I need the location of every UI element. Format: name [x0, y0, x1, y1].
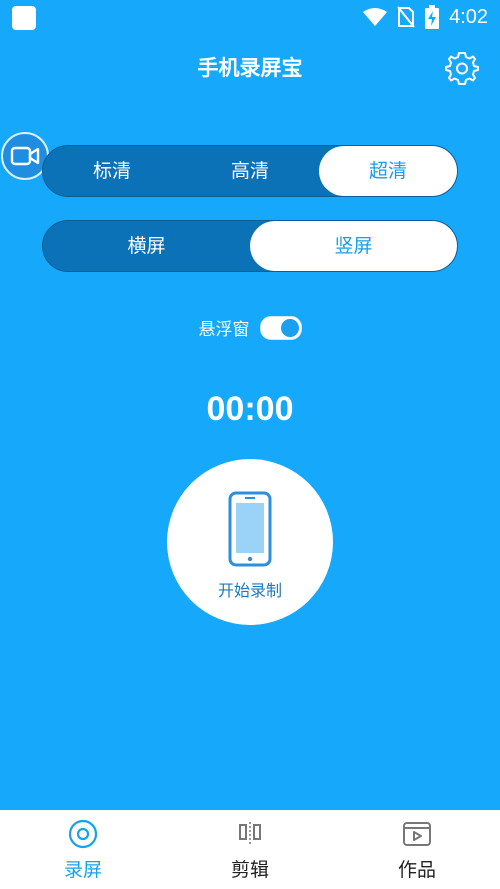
toggle-knob — [280, 318, 299, 337]
floating-window-label: 悬浮窗 — [198, 320, 250, 340]
start-recording-button[interactable]: 开始录制 — [167, 459, 333, 625]
quality-option-hd[interactable]: 高清 — [181, 146, 319, 196]
floating-window-row: 悬浮窗 — [0, 315, 500, 340]
works-icon — [403, 822, 431, 846]
status-icons: 4:02 — [363, 4, 488, 30]
app-notification-icon — [12, 6, 36, 30]
quality-selector: 标清 高清 超清 — [42, 145, 458, 197]
nav-item-edit[interactable]: 剪辑 — [167, 810, 333, 889]
floating-window-toggle[interactable] — [259, 315, 302, 340]
settings-gear-icon[interactable] — [444, 50, 480, 86]
bottom-nav: 录屏 剪辑 作品 — [0, 810, 500, 889]
edit-icon — [239, 822, 261, 846]
nav-label-edit: 剪辑 — [230, 859, 269, 881]
screen: 4:02 手机录屏宝 标清 高清 超清 横屏 竖屏 悬浮窗 00:00 开始录制… — [0, 0, 500, 889]
record-timer: 00:00 — [206, 390, 294, 428]
nav-item-record[interactable]: 录屏 — [0, 810, 166, 889]
phone-icon — [228, 491, 272, 567]
nav-label-record: 录屏 — [63, 859, 102, 881]
video-camera-icon — [10, 146, 40, 166]
orientation-option-portrait[interactable]: 竖屏 — [250, 221, 457, 271]
start-recording-label: 开始录制 — [217, 581, 282, 600]
wifi-icon — [363, 8, 388, 26]
page-title: 手机录屏宝 — [197, 56, 303, 80]
no-sim-icon — [397, 6, 415, 28]
record-icon — [68, 819, 98, 849]
status-bar: 4:02 — [0, 0, 500, 35]
nav-item-works[interactable]: 作品 — [334, 810, 500, 889]
quality-option-sd[interactable]: 标清 — [43, 146, 181, 196]
orientation-option-landscape[interactable]: 横屏 — [43, 221, 250, 271]
quality-option-uhd[interactable]: 超清 — [319, 146, 457, 196]
status-time: 4:02 — [449, 5, 488, 28]
orientation-selector: 横屏 竖屏 — [42, 220, 458, 272]
nav-label-works: 作品 — [397, 859, 436, 881]
battery-charging-icon — [425, 5, 440, 29]
